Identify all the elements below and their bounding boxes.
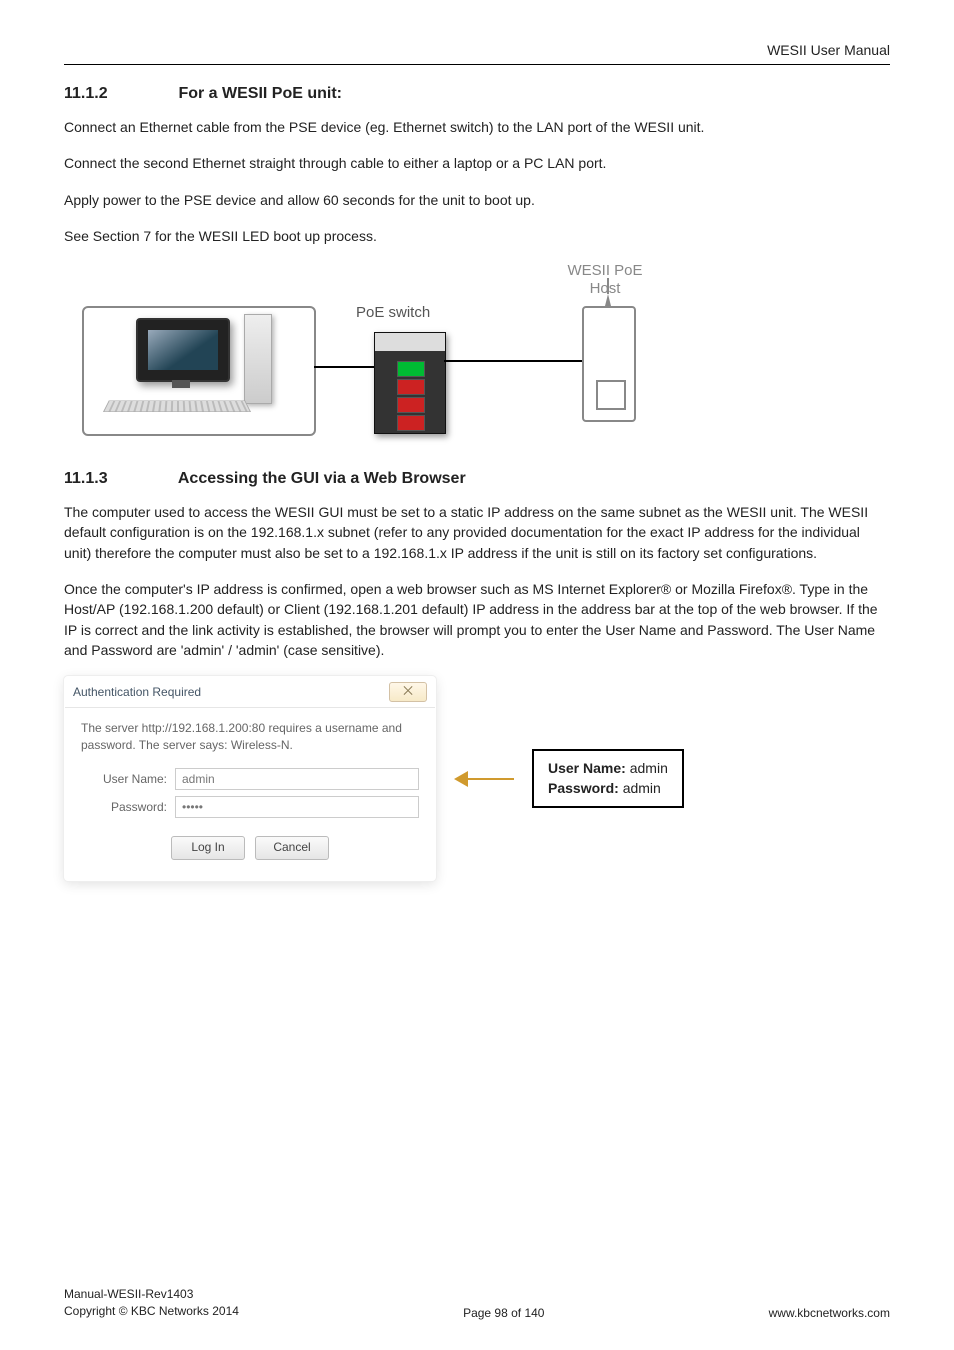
footer-line2: Copyright © KBC Networks 2014 <box>64 1303 239 1320</box>
page-footer: Manual-WESII-Rev1403 Copyright © KBC Net… <box>64 1286 890 1320</box>
section-heading-11-1-3: 11.1.3 Accessing the GUI via a Web Brows… <box>64 470 890 488</box>
footer-line1: Manual-WESII-Rev1403 <box>64 1286 239 1303</box>
dialog-title: Authentication Required <box>73 685 201 699</box>
paragraph: Connect an Ethernet cable from the PSE d… <box>64 117 890 137</box>
cancel-button[interactable]: Cancel <box>255 836 329 860</box>
footer-url: www.kbcnetworks.com <box>769 1306 890 1320</box>
cred-pass-label: Password: <box>548 780 619 796</box>
arrow-left-icon <box>454 767 514 791</box>
cred-user-label: User Name: <box>548 760 626 776</box>
monitor-icon <box>136 318 230 382</box>
pc-tower-icon <box>244 314 272 404</box>
dialog-intro-text: The server http://192.168.1.200:80 requi… <box>81 720 419 754</box>
heading-text: Accessing the GUI via a Web Browser <box>178 470 466 487</box>
poe-switch-label: PoE switch <box>356 304 430 321</box>
wesii-host-unit-icon <box>582 306 636 422</box>
cred-user-value: admin <box>626 760 668 776</box>
host-label: WESII PoE Host <box>550 262 660 298</box>
paragraph: The computer used to access the WESII GU… <box>64 502 890 563</box>
auth-dialog: Authentication Required ⨉ The server htt… <box>64 676 436 881</box>
ethernet-link-icon <box>444 360 582 362</box>
dialog-titlebar: Authentication Required ⨉ <box>65 677 435 708</box>
antenna-icon <box>605 294 611 306</box>
header-rule <box>64 64 890 65</box>
paragraph: Apply power to the PSE device and allow … <box>64 190 890 210</box>
running-header: WESII User Manual <box>64 42 890 64</box>
footer-page-number: Page 98 of 140 <box>463 1306 544 1320</box>
section-heading-11-1-2: 11.1.2 For a WESII PoE unit: <box>64 85 890 103</box>
paragraph: Connect the second Ethernet straight thr… <box>64 153 890 173</box>
close-button[interactable]: ⨉ <box>389 682 427 702</box>
cred-pass-value: admin <box>619 780 661 796</box>
password-input[interactable]: ••••• <box>175 796 419 818</box>
poe-topology-diagram: WESII PoE Host PoE switch <box>74 262 684 452</box>
ethernet-link-icon <box>314 366 374 368</box>
password-label: Password: <box>81 800 175 814</box>
paragraph: Once the computer's IP address is confir… <box>64 579 890 660</box>
credentials-callout: User Name: admin Password: admin <box>532 749 684 808</box>
username-label: User Name: <box>81 772 175 786</box>
host-label-line1: WESII PoE <box>567 262 642 279</box>
monitor-stand-icon <box>172 380 190 388</box>
login-button[interactable]: Log In <box>171 836 245 860</box>
paragraph: See Section 7 for the WESII LED boot up … <box>64 226 890 246</box>
keyboard-icon <box>103 401 251 412</box>
heading-number: 11.1.2 <box>64 85 174 103</box>
heading-text: For a WESII PoE unit: <box>178 85 342 102</box>
username-input[interactable]: admin <box>175 768 419 790</box>
poe-switch-icon <box>374 332 446 434</box>
heading-number: 11.1.3 <box>64 470 174 488</box>
